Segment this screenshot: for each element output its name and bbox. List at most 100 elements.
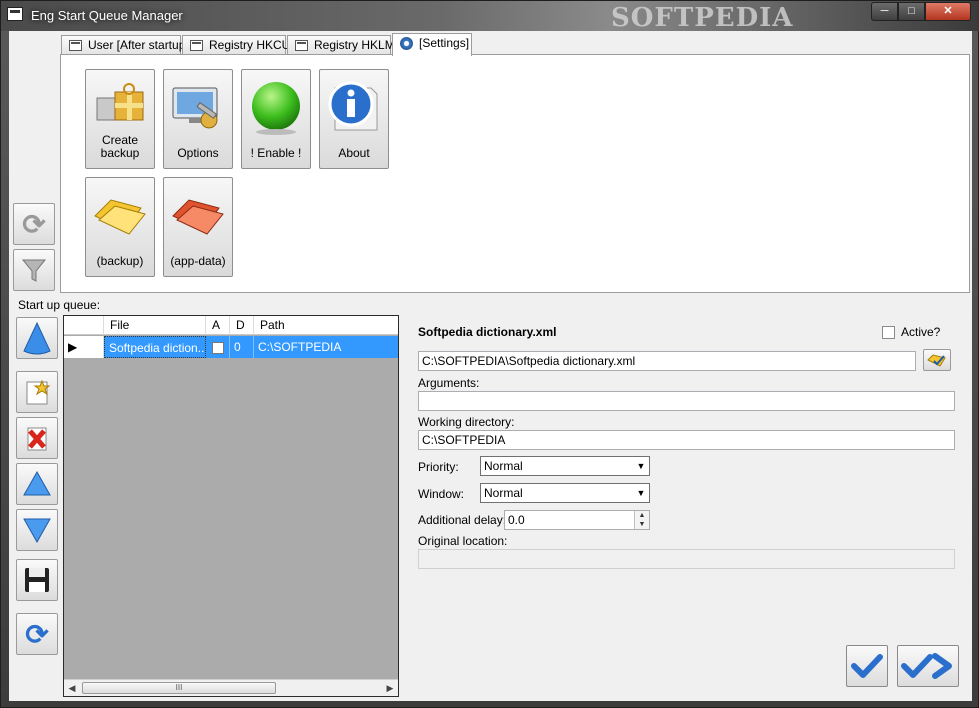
queue-grid[interactable]: File A D Path ▶ Softpedia diction... 0 C… <box>63 315 399 697</box>
checkmark-arrow-icon <box>898 646 958 686</box>
window-label: Window: <box>418 487 465 501</box>
additional-delay-value: 0.0 <box>508 513 525 527</box>
row-header-column <box>64 316 104 335</box>
table-row[interactable]: ▶ Softpedia diction... 0 C:\SOFTPEDIA <box>64 336 398 358</box>
tab-icon <box>295 40 308 51</box>
browse-button[interactable] <box>923 349 951 371</box>
window-select[interactable]: Normal ▼ <box>480 483 650 503</box>
refresh-button[interactable]: ⟳ <box>13 203 55 245</box>
tab-icon <box>190 40 203 51</box>
tab-icon <box>69 40 82 51</box>
filter-button[interactable] <box>13 249 55 291</box>
options-label: Options <box>177 146 219 160</box>
enable-button[interactable]: ! Enable ! <box>241 69 311 169</box>
tab-registry-hkcu[interactable]: Registry HKCU <box>182 35 290 55</box>
tab-user-after-startup[interactable]: User [After startup] <box>61 35 189 55</box>
additional-delay-stepper[interactable]: 0.0 ▲ ▼ <box>504 510 650 530</box>
delete-icon <box>17 418 57 458</box>
gear-icon <box>400 37 413 50</box>
app-window: Eng Start Queue Manager SOFTPEDIA ─ □ ✕ … <box>0 0 979 708</box>
tab-label: Registry HKLM <box>314 38 395 52</box>
column-d[interactable]: D <box>230 316 254 335</box>
filter-icon <box>14 250 54 290</box>
scroll-thumb[interactable]: III <box>82 682 276 694</box>
original-location-field <box>418 549 955 569</box>
title-bar[interactable]: Eng Start Queue Manager SOFTPEDIA ─ □ ✕ <box>1 1 979 33</box>
priority-select[interactable]: Normal ▼ <box>480 456 650 476</box>
open-app-data-folder-button[interactable]: (app-data) <box>163 177 233 277</box>
tab-settings[interactable]: [Settings] <box>392 33 472 56</box>
floppy-disk-icon <box>17 560 57 600</box>
tab-label: Registry HKCU <box>209 38 291 52</box>
create-backup-button[interactable]: Create backup <box>85 69 155 169</box>
move-top-button[interactable] <box>16 317 58 359</box>
window-title: Eng Start Queue Manager <box>31 8 183 23</box>
active-label: Active? <box>901 325 941 339</box>
about-button[interactable]: About <box>319 69 389 169</box>
open-backup-folder-button[interactable]: (backup) <box>85 177 155 277</box>
scroll-left-icon[interactable]: ◀ <box>66 682 78 694</box>
ok-button[interactable] <box>846 645 888 687</box>
arrow-up-icon <box>17 464 57 504</box>
cell-d[interactable]: 0 <box>230 336 254 358</box>
scroll-right-icon[interactable]: ▶ <box>384 682 396 694</box>
apply-and-next-button[interactable] <box>897 645 959 687</box>
yellow-folder-icon <box>91 186 149 244</box>
new-entry-button[interactable] <box>16 371 58 413</box>
gift-box-icon <box>91 78 149 136</box>
tab-label: User [After startup] <box>88 38 189 52</box>
active-checkbox-cell[interactable] <box>212 341 224 354</box>
arguments-field[interactable] <box>418 391 955 411</box>
column-file[interactable]: File <box>104 316 206 335</box>
queue-label: Start up queue: <box>18 298 101 312</box>
move-up-button[interactable] <box>16 463 58 505</box>
watermark: SOFTPEDIA <box>611 3 794 33</box>
chevron-down-icon: ▼ <box>636 461 646 471</box>
checkmark-icon <box>847 646 887 686</box>
maximize-button[interactable]: □ <box>898 2 925 21</box>
tab-registry-hklm[interactable]: Registry HKLM <box>287 35 395 55</box>
column-path[interactable]: Path <box>254 316 398 335</box>
app-icon <box>7 7 23 21</box>
working-directory-field[interactable]: C:\SOFTPEDIA <box>418 430 955 450</box>
minimize-button[interactable]: ─ <box>871 2 898 21</box>
window-value: Normal <box>484 486 523 500</box>
row-indicator: ▶ <box>64 336 104 358</box>
close-button[interactable]: ✕ <box>925 2 971 21</box>
settings-panel: Create backup Options ! Enable ! About (… <box>60 54 970 293</box>
green-orb-icon <box>247 78 305 136</box>
refresh-icon: ⟳ <box>22 208 46 240</box>
create-backup-label: Create backup <box>100 133 140 160</box>
cell-a[interactable] <box>206 336 230 358</box>
reload-button[interactable]: ⟳ <box>16 613 58 655</box>
tools-icon <box>169 78 227 136</box>
working-directory-label: Working directory: <box>418 415 515 429</box>
grid-header: File A D Path <box>64 316 398 335</box>
options-button[interactable]: Options <box>163 69 233 169</box>
reload-icon: ⟳ <box>25 618 49 650</box>
horizontal-scrollbar[interactable]: ◀ III ▶ <box>64 679 398 696</box>
cell-path[interactable]: C:\SOFTPEDIA <box>254 336 398 358</box>
active-checkbox[interactable] <box>882 326 895 339</box>
new-document-icon <box>17 372 57 412</box>
client-area: ⟳ User [After startup] Registry HKCU Reg… <box>9 31 972 701</box>
spinner-arrows-icon[interactable]: ▲ ▼ <box>634 511 649 529</box>
enable-label: ! Enable ! <box>250 146 302 160</box>
move-down-button[interactable] <box>16 509 58 551</box>
tab-label: [Settings] <box>419 36 470 50</box>
priority-value: Normal <box>484 459 523 473</box>
red-folder-icon <box>169 186 227 244</box>
column-a[interactable]: A <box>206 316 230 335</box>
cell-file[interactable]: Softpedia diction... <box>104 336 206 358</box>
additional-delay-label: Additional delay: <box>418 513 507 527</box>
save-button[interactable] <box>16 559 58 601</box>
arguments-label: Arguments: <box>418 376 480 390</box>
file-path-field[interactable]: C:\SOFTPEDIA\Softpedia dictionary.xml <box>418 351 916 371</box>
app-data-folder-label: (app-data) <box>170 254 226 268</box>
backup-folder-label: (backup) <box>96 254 144 268</box>
info-icon <box>325 78 383 136</box>
folder-check-icon <box>924 350 950 370</box>
entry-title: Softpedia dictionary.xml <box>418 325 557 339</box>
delete-entry-button[interactable] <box>16 417 58 459</box>
cone-up-icon <box>17 318 57 358</box>
